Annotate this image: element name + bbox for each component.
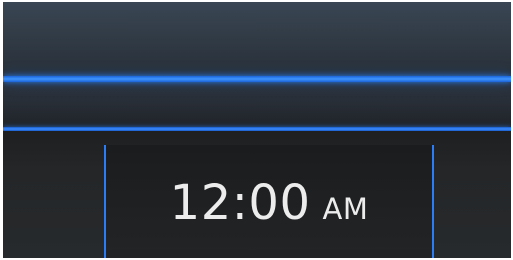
clock-readout: 12:00 AM <box>106 175 432 231</box>
top-panel <box>3 2 511 128</box>
accent-line <box>3 76 511 82</box>
clock-meridiem: AM <box>322 192 369 226</box>
clock-time: 12:00 <box>169 175 311 231</box>
top-panel-shade <box>3 94 511 128</box>
display-screen: 12:00 AM <box>3 2 511 258</box>
clock-display[interactable]: 12:00 AM <box>104 145 434 258</box>
